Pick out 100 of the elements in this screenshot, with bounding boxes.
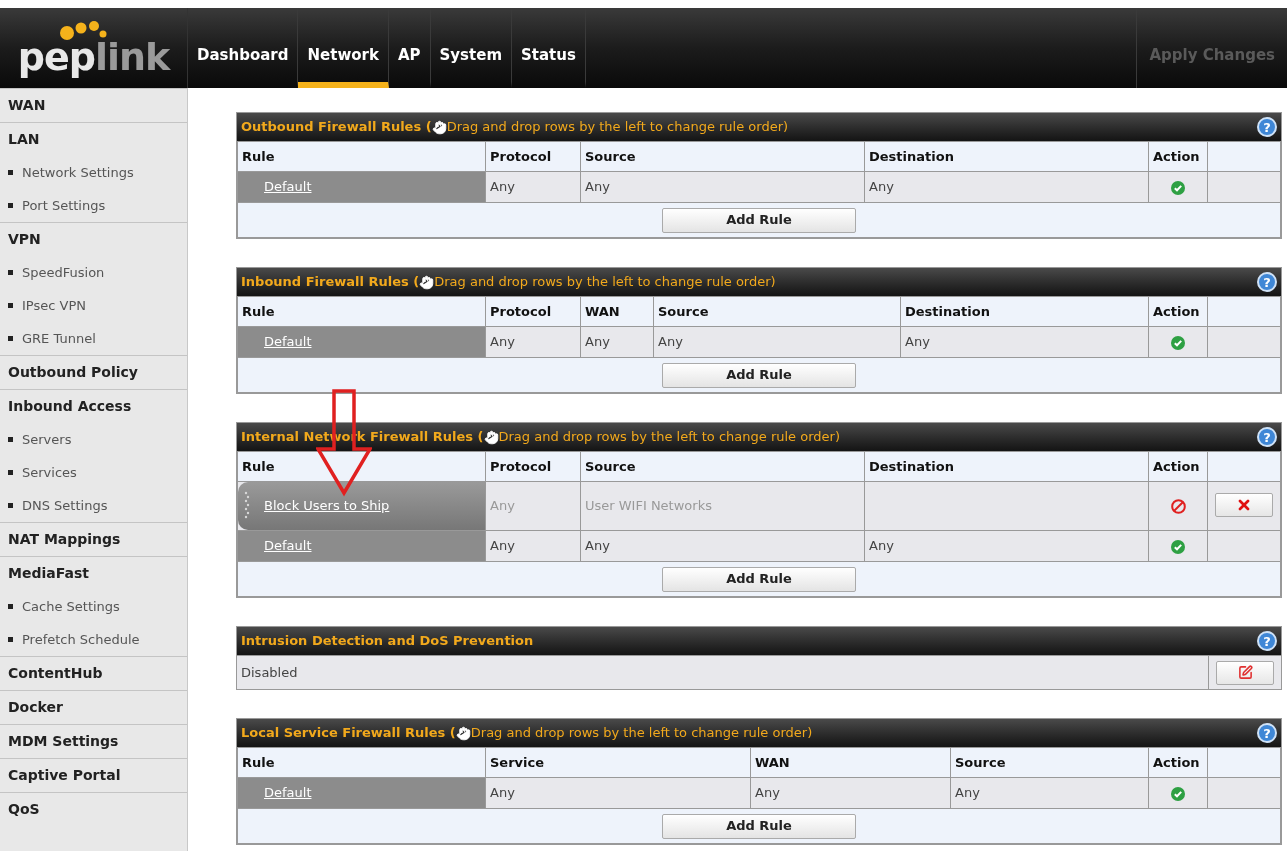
sidebar-item[interactable]: DNS Settings xyxy=(22,496,108,515)
help-button[interactable]: ? xyxy=(1257,117,1277,137)
table-cell: Any xyxy=(580,171,865,203)
column-header: WAN xyxy=(580,296,654,327)
sidebar-header[interactable]: ContentHub xyxy=(0,656,187,690)
sidebar-header[interactable]: LAN xyxy=(0,122,187,156)
sidebar-item[interactable]: SpeedFusion xyxy=(22,263,105,282)
column-header: Service xyxy=(485,747,751,778)
column-header: Action xyxy=(1148,451,1208,482)
column-header: Protocol xyxy=(485,296,581,327)
add-rule-button[interactable]: Add Rule xyxy=(662,566,856,592)
table-cell: Any xyxy=(900,326,1149,358)
column-header: Source xyxy=(580,141,865,172)
table-cell: Any xyxy=(750,777,951,809)
help-button[interactable]: ? xyxy=(1257,723,1277,743)
rule-name-cell[interactable]: Default xyxy=(238,327,485,357)
drag-hint: Drag and drop rows by the left to change rule order) xyxy=(434,273,776,292)
column-header: Source xyxy=(580,451,865,482)
table-cell: Any xyxy=(653,326,901,358)
drag-hint: Drag and drop rows by the left to change rule order) xyxy=(498,428,840,447)
help-button[interactable]: ? xyxy=(1257,631,1277,651)
column-header: Destination xyxy=(864,141,1149,172)
section-title: Inbound Firewall Rules ( xyxy=(241,273,420,292)
status-value: Disabled xyxy=(240,663,299,682)
rule-name-cell[interactable]: Default xyxy=(238,531,485,561)
table-cell: User WIFI Networks xyxy=(580,481,865,531)
sidebar-item[interactable]: Prefetch Schedule xyxy=(22,630,140,649)
nav-tab[interactable]: System xyxy=(430,8,512,88)
column-header: Rule xyxy=(237,141,486,172)
sidebar-header[interactable]: VPN xyxy=(0,222,187,256)
sidebar-header[interactable]: NAT Mappings xyxy=(0,522,187,556)
bullet-icon xyxy=(8,270,13,275)
nav-tab[interactable]: Dashboard xyxy=(188,8,299,88)
sidebar-header[interactable]: WAN xyxy=(0,88,187,122)
edit-button[interactable] xyxy=(1216,660,1274,685)
column-header: Source xyxy=(653,296,901,327)
rule-name-cell[interactable]: Default xyxy=(238,172,485,202)
table-cell: Any xyxy=(864,530,1149,562)
nav-tab[interactable]: Network xyxy=(298,8,389,88)
sidebar-item[interactable]: Servers xyxy=(22,430,72,449)
table-cell: Any xyxy=(485,326,581,358)
sidebar-header[interactable]: MediaFast xyxy=(0,556,187,590)
sidebar-item[interactable]: GRE Tunnel xyxy=(22,329,96,348)
section-title: Intrusion Detection and DoS Prevention xyxy=(241,632,534,651)
bullet-icon xyxy=(8,637,13,642)
sidebar-item[interactable]: Cache Settings xyxy=(22,597,120,616)
section-title: Local Service Firewall Rules ( xyxy=(241,724,456,743)
section-title: Outbound Firewall Rules ( xyxy=(241,118,432,137)
sidebar-header[interactable]: QoS xyxy=(0,792,187,826)
column-header: Rule xyxy=(237,296,486,327)
bullet-icon xyxy=(8,604,13,609)
column-header: Destination xyxy=(864,451,1149,482)
bullet-icon xyxy=(8,203,13,208)
add-rule-button[interactable]: Add Rule xyxy=(662,207,856,233)
drag-hint: Drag and drop rows by the left to change rule order) xyxy=(470,724,813,743)
sidebar-item[interactable]: IPsec VPN xyxy=(22,296,86,315)
sidebar-item[interactable]: Services xyxy=(22,463,77,482)
column-header: Protocol xyxy=(485,451,581,482)
help-button[interactable]: ? xyxy=(1257,427,1277,447)
rule-name-cell[interactable]: Default xyxy=(238,778,485,808)
sidebar-item[interactable]: Port Settings xyxy=(22,196,106,215)
rule-link[interactable]: Default xyxy=(264,536,312,556)
help-button[interactable]: ? xyxy=(1257,272,1277,292)
bullet-icon xyxy=(8,437,13,442)
column-header: WAN xyxy=(750,747,951,778)
column-header: Destination xyxy=(900,296,1149,327)
add-rule-button[interactable]: Add Rule xyxy=(662,362,856,388)
rule-link[interactable]: Default xyxy=(264,783,312,803)
hand-icon xyxy=(419,274,435,290)
bullet-icon xyxy=(8,170,13,175)
sidebar-item[interactable]: Network Settings xyxy=(22,163,134,182)
add-rule-button[interactable]: Add Rule xyxy=(662,813,856,839)
column-header: Protocol xyxy=(485,141,581,172)
bullet-icon xyxy=(8,336,13,341)
edit-icon xyxy=(1237,665,1253,680)
bullet-icon xyxy=(8,303,13,308)
bullet-icon xyxy=(8,470,13,475)
hand-icon xyxy=(455,725,471,741)
sidebar-header[interactable]: MDM Settings xyxy=(0,724,187,758)
hand-icon xyxy=(431,119,447,135)
sidebar-header[interactable]: Captive Portal xyxy=(0,758,187,792)
table-cell: Any xyxy=(580,326,654,358)
sidebar-header[interactable]: Outbound Policy xyxy=(0,355,187,389)
sidebar-header[interactable]: Docker xyxy=(0,690,187,724)
sidebar-header[interactable]: Inbound Access xyxy=(0,389,187,423)
nav-tab[interactable]: AP xyxy=(388,8,431,88)
rule-link[interactable]: Default xyxy=(264,332,312,352)
table-cell: Any xyxy=(485,530,581,562)
table-cell: Any xyxy=(580,530,865,562)
column-header: Action xyxy=(1148,296,1208,327)
nav-tab[interactable]: Status xyxy=(512,8,586,88)
table-cell: Any xyxy=(864,171,1149,203)
column-header: Source xyxy=(950,747,1149,778)
hand-icon xyxy=(483,429,499,445)
column-header: Action xyxy=(1148,747,1208,778)
bullet-icon xyxy=(8,503,13,508)
table-cell: Any xyxy=(485,171,581,203)
column-header: Action xyxy=(1148,141,1208,172)
table-cell: Any xyxy=(485,481,581,531)
rule-link[interactable]: Default xyxy=(264,177,312,197)
